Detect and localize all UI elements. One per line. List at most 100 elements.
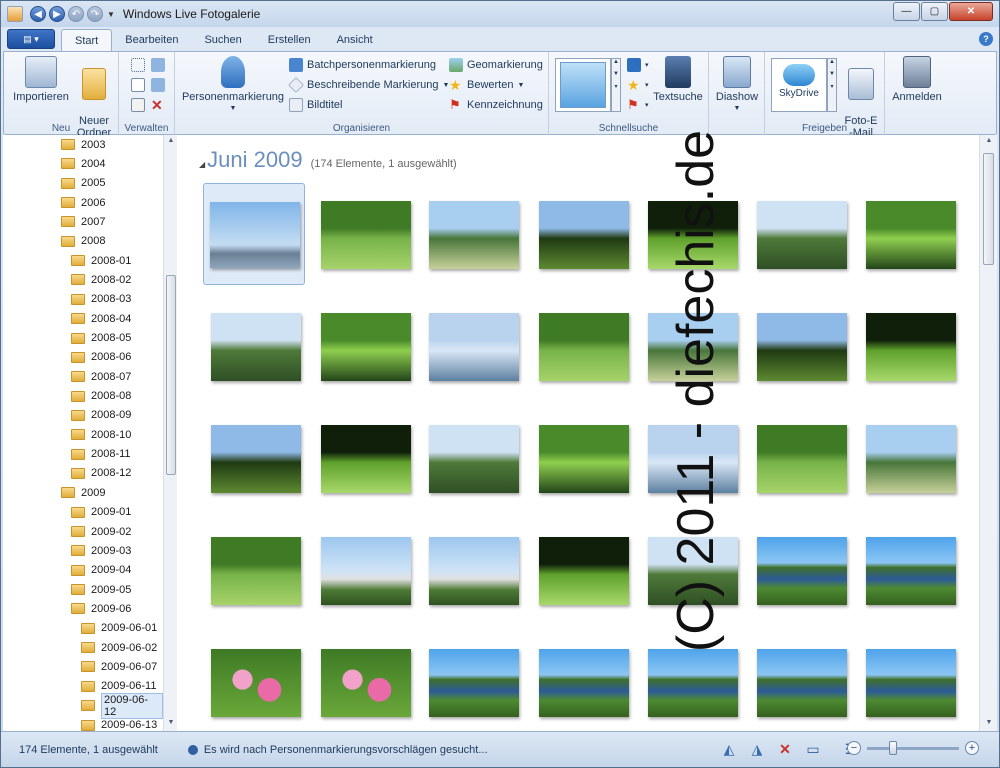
- scroll-up-icon[interactable]: ▲: [980, 135, 998, 147]
- zoom-out-button[interactable]: −: [847, 741, 861, 755]
- photo-thumbnail[interactable]: [539, 425, 629, 493]
- photo-thumbnail[interactable]: [429, 649, 519, 717]
- tree-item[interactable]: 2008: [61, 232, 105, 251]
- person-tag-button[interactable]: Personenmarkierung ▼: [181, 56, 285, 115]
- import-button[interactable]: Importieren: [12, 56, 70, 103]
- skydrive-gallery[interactable]: SkyDrive: [771, 58, 827, 112]
- paste-button[interactable]: [131, 96, 149, 114]
- photo-thumbnail[interactable]: [211, 425, 301, 493]
- photo-thumbnail[interactable]: [539, 201, 629, 269]
- gallery-scroll[interactable]: ▲ ▼ ▾: [611, 58, 621, 112]
- tree-item[interactable]: 2008-04: [71, 309, 131, 328]
- photo-thumbnail[interactable]: [539, 313, 629, 381]
- photo-thumbnail[interactable]: [429, 313, 519, 381]
- descriptive-tag-button[interactable]: Beschreibende Markierung ▼: [288, 76, 449, 94]
- rotate-left-icon[interactable]: ◭: [719, 740, 739, 758]
- tab-ansicht[interactable]: Ansicht: [324, 29, 386, 51]
- select-all-button[interactable]: [131, 56, 149, 74]
- tree-item[interactable]: 2008-12: [71, 464, 131, 483]
- collapse-icon[interactable]: ◢: [199, 160, 205, 169]
- app-icon[interactable]: [7, 6, 23, 22]
- forward-icon[interactable]: ▶: [49, 6, 65, 22]
- tree-item[interactable]: 2009-05: [71, 580, 131, 599]
- slideshow-icon[interactable]: ▭: [803, 740, 823, 758]
- batch-tag-button[interactable]: Batchpersonenmarkierung: [289, 56, 436, 74]
- maximize-button[interactable]: ▢: [921, 2, 948, 21]
- zoom-in-button[interactable]: +: [965, 741, 979, 755]
- tab-start[interactable]: Start: [61, 29, 113, 51]
- scroll-down-icon[interactable]: ▼: [980, 717, 998, 729]
- photo-thumbnail[interactable]: [539, 537, 629, 605]
- group-header[interactable]: ◢ Juni 2009 (174 Elemente, 1 ausgewählt): [199, 147, 457, 173]
- photo-thumbnail[interactable]: [866, 201, 956, 269]
- photo-thumbnail[interactable]: [321, 649, 411, 717]
- share-gallery-scroll[interactable]: ▲ ▼ ▾: [827, 58, 837, 112]
- photo-thumbnail[interactable]: [211, 313, 301, 381]
- photo-thumbnail[interactable]: [321, 537, 411, 605]
- flag-filter-button[interactable]: ⚑ ▾: [627, 96, 649, 114]
- tree-item[interactable]: 2009-03: [71, 541, 131, 560]
- tree-scroll-thumb[interactable]: [166, 275, 176, 475]
- tree-item[interactable]: 2007: [61, 212, 105, 231]
- tree-item[interactable]: 2004: [61, 154, 105, 173]
- tree-item[interactable]: 2008-07: [71, 367, 131, 386]
- photo-thumbnail[interactable]: [321, 201, 411, 269]
- rotate-right-button[interactable]: [151, 76, 169, 94]
- rotate-right-icon[interactable]: ◮: [747, 740, 767, 758]
- photo-thumbnail[interactable]: [757, 201, 847, 269]
- scroll-down-icon[interactable]: ▼: [164, 717, 178, 729]
- geotag-button[interactable]: Geomarkierung: [449, 56, 543, 74]
- redo-icon[interactable]: ↷: [87, 6, 103, 22]
- tab-erstellen[interactable]: Erstellen: [255, 29, 324, 51]
- tree-item[interactable]: 2008-03: [71, 290, 131, 309]
- tree-item[interactable]: 2009-04: [71, 561, 131, 580]
- tab-bearbeiten[interactable]: Bearbeiten: [112, 29, 191, 51]
- rate-button[interactable]: ★ Bewerten ▼: [449, 76, 524, 94]
- tree-item[interactable]: 2003: [61, 135, 105, 154]
- photo-thumbnail[interactable]: [866, 425, 956, 493]
- tree-item[interactable]: 2006: [61, 193, 105, 212]
- tree-item[interactable]: 2008-09: [71, 406, 131, 425]
- help-icon[interactable]: ?: [979, 32, 993, 46]
- undo-icon[interactable]: ↶: [68, 6, 84, 22]
- sign-in-button[interactable]: Anmelden: [889, 56, 945, 103]
- photo-thumbnail[interactable]: [321, 425, 411, 493]
- zoom-slider[interactable]: [867, 740, 959, 755]
- tree-item[interactable]: 2008-08: [71, 387, 131, 406]
- tree-item[interactable]: 2009-06-12: [81, 692, 163, 719]
- close-button[interactable]: ✕: [949, 2, 993, 21]
- photo-thumbnail[interactable]: [757, 425, 847, 493]
- tree-item[interactable]: 2008-10: [71, 425, 131, 444]
- tree-item[interactable]: 2009-06-07: [81, 657, 157, 676]
- rating-filter-button[interactable]: ★ ▾: [627, 76, 649, 94]
- scroll-up-icon[interactable]: ▲: [164, 135, 178, 147]
- tree-item[interactable]: 2009-02: [71, 522, 131, 541]
- delete-icon[interactable]: ✕: [775, 740, 795, 758]
- qat-dropdown-icon[interactable]: ▼: [107, 10, 115, 19]
- zoom-slider-knob[interactable]: [889, 740, 897, 755]
- flag-button[interactable]: ⚑ Kennzeichnung: [449, 96, 543, 114]
- tree-item[interactable]: 2008-06: [71, 348, 131, 367]
- tree-item[interactable]: 2009: [61, 483, 105, 502]
- tree-item[interactable]: 2009-06-13: [81, 716, 157, 731]
- tree-item[interactable]: 2008-01: [71, 251, 131, 270]
- photo-thumbnail[interactable]: [211, 649, 301, 717]
- tree-item[interactable]: 2005: [61, 174, 105, 193]
- photo-thumbnail[interactable]: [757, 649, 847, 717]
- rotate-left-button[interactable]: [151, 56, 169, 74]
- tab-suchen[interactable]: Suchen: [191, 29, 254, 51]
- photo-thumbnail[interactable]: [211, 537, 301, 605]
- photo-thumbnail[interactable]: [429, 537, 519, 605]
- tree-item[interactable]: 2009-06-02: [81, 638, 157, 657]
- photo-thumbnail[interactable]: [429, 201, 519, 269]
- delete-button[interactable]: ✕: [151, 96, 163, 114]
- tree-item[interactable]: 2009-06-01: [81, 619, 157, 638]
- caption-button[interactable]: Bildtitel: [289, 96, 342, 114]
- gallery-scroll-thumb[interactable]: [983, 153, 994, 265]
- tree-item[interactable]: 2008-11: [71, 445, 131, 464]
- photo-thumbnail[interactable]: [429, 425, 519, 493]
- back-icon[interactable]: ◀: [30, 6, 46, 22]
- photo-thumbnail[interactable]: [757, 537, 847, 605]
- photo-thumbnail[interactable]: [539, 649, 629, 717]
- gallery-scrollbar[interactable]: ▲ ▼: [979, 135, 997, 731]
